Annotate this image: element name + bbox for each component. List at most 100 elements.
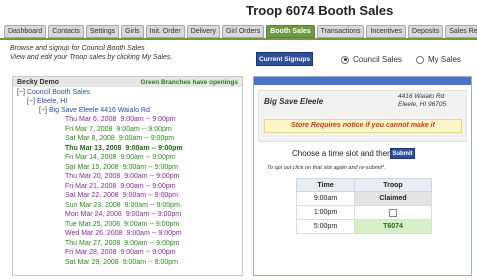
- slot-hours: 9:00am -- 9:00pm: [122, 192, 178, 199]
- radio-unselected-icon[interactable]: [416, 55, 424, 64]
- submit-button[interactable]: Submit: [390, 148, 415, 159]
- current-signups-button[interactable]: Current Signups: [256, 52, 313, 66]
- openings-note: Green Branches have openings: [140, 78, 238, 86]
- booth-tree-panel: Becky Demo Green Branches have openings …: [12, 76, 243, 276]
- tab-sales-report[interactable]: Sales Report: [445, 25, 477, 38]
- slot-troop[interactable]: T6074: [354, 219, 432, 234]
- page-title: Troop 6074 Booth Sales: [246, 3, 394, 18]
- address-line-2: Eleele, HI 96705: [398, 101, 447, 108]
- tab-incentives[interactable]: Incentives: [366, 25, 407, 38]
- tab-girls[interactable]: Girls: [121, 25, 144, 38]
- time-slot-item[interactable]: Sat Mar 22, 2008 9:00am -- 9:00pm: [65, 192, 178, 201]
- collapse-toggle[interactable]: [−]: [39, 107, 47, 114]
- slot-date: Sat Mar 22, 2008: [65, 192, 119, 199]
- tree-node-label[interactable]: Council Booth Sales: [27, 89, 90, 96]
- slot-open-cell[interactable]: [354, 205, 432, 220]
- slot-hours: 9:00am -- 9:00pm: [125, 144, 183, 152]
- time-slot-item[interactable]: Sat Mar 15, 2008 9:00am -- 9:00pm: [65, 164, 178, 173]
- table-row[interactable]: 5:00pm T6074: [296, 219, 432, 234]
- slot-hours: 9:00am -- 9:00pm: [124, 239, 180, 247]
- col-header-troop: Troop: [354, 178, 432, 192]
- slot-hours: 9:00am -- 9:00pm: [120, 154, 176, 161]
- slot-hours: 9:00am -- 9:00pm: [120, 249, 176, 256]
- table-row[interactable]: 1:00pm: [296, 205, 432, 220]
- slot-troop: Claimed: [354, 191, 432, 206]
- time-slot-item[interactable]: Sun Mar 23, 2008 9:00am -- 9:00pm: [65, 202, 180, 211]
- time-slot-item[interactable]: Sat Mar 29, 2008 9:00am -- 9:00pm: [65, 259, 178, 268]
- time-slot-item[interactable]: Thu Mar 20, 2008 9:00am -- 9:00pm: [65, 173, 180, 182]
- slot-date: Fri Mar 14, 2008: [65, 154, 117, 161]
- slot-date: Sat Mar 29, 2008: [65, 258, 119, 266]
- tab-girl-orders[interactable]: Girl Orders: [221, 25, 265, 38]
- tab-settings[interactable]: Settings: [85, 25, 120, 38]
- time-slot-item[interactable]: Tue Mar 25, 2008 9:00am -- 9:00pm: [65, 221, 179, 230]
- slot-date: Thu Mar 20, 2008: [65, 173, 121, 180]
- slot-date: Sun Mar 23, 2008: [65, 201, 121, 209]
- collapse-toggle[interactable]: [−]: [17, 89, 25, 96]
- table-header-row: Time Troop: [296, 178, 432, 192]
- intro-text: Browse and signup for Council Booth Sale…: [10, 44, 172, 62]
- slot-table: Time Troop 9:00am Claimed 1:00pm 5:00pm …: [296, 178, 432, 234]
- time-slot-item[interactable]: Mon Mar 24, 2008 9:00am -- 9:00pm: [65, 211, 181, 220]
- tab-underline: [0, 38, 477, 40]
- slot-date: Fri Mar 21, 2008: [65, 182, 117, 190]
- time-slot-item[interactable]: Thu Mar 13, 2008 9:00am -- 9:00pm: [65, 145, 183, 154]
- slot-hours: 9:00am -- 9:00pm: [124, 220, 180, 228]
- table-row[interactable]: 9:00am Claimed: [296, 191, 432, 206]
- time-slot-item[interactable]: Fri Mar 21, 2008 9:00am -- 9:00pm: [65, 183, 176, 192]
- time-slot-item[interactable]: Fri Mar 7, 2008 9:00am -- 9:00pm: [65, 126, 172, 135]
- store-notice: Store Requires notice if you cannot make…: [264, 119, 462, 133]
- nav-tabs: Dashboard Contacts Settings Girls Init. …: [4, 25, 477, 38]
- tab-delivery[interactable]: Delivery: [186, 25, 220, 38]
- time-slot-item[interactable]: Sat Mar 8, 2008 9:00am -- 9:00pm: [65, 135, 174, 144]
- slot-date: Thu Mar 13, 2008: [65, 144, 122, 152]
- radio-my-sales[interactable]: My Sales: [416, 55, 461, 64]
- slot-hours: 9:00am -- 9:00pm: [120, 182, 176, 190]
- slot-date: Sat Mar 8, 2008: [65, 135, 115, 142]
- slot-date: Tue Mar 25, 2008: [65, 220, 120, 228]
- collapse-toggle[interactable]: [−]: [27, 98, 35, 105]
- tree-node-council[interactable]: [−] Council Booth Sales: [17, 88, 90, 97]
- time-slot-item[interactable]: Wed Mar 26, 2008 9:00am -- 9:00pm: [65, 230, 182, 239]
- choose-slot-label: Choose a time slot and then: [292, 149, 392, 158]
- slot-date: Thu Mar 6, 2008: [65, 116, 117, 123]
- tab-deposits[interactable]: Deposits: [408, 25, 444, 38]
- booth-detail-panel: Big Save Eleele 4416 Waialo Rd Eleele, H…: [253, 76, 472, 276]
- radio-council-sales[interactable]: Council Sales: [341, 55, 402, 64]
- radio-my-label: My Sales: [428, 55, 461, 64]
- time-slot-item[interactable]: Fri Mar 28, 2008 9:00am -- 9:00pm: [65, 249, 176, 258]
- col-header-time: Time: [296, 178, 355, 192]
- slot-time: 1:00pm: [296, 205, 355, 220]
- time-slot-item[interactable]: Thu Mar 6, 2008 9:00am -- 9:00pm: [65, 116, 176, 125]
- slot-date: Sat Mar 15, 2008: [65, 163, 119, 171]
- store-name: Big Save Eleele: [264, 97, 324, 106]
- slot-hours: 9:00am -- 9:00pm: [122, 258, 178, 266]
- time-slot-item[interactable]: Thu Mar 27, 2008 9:00am -- 9:00pm: [65, 240, 180, 249]
- detail-header-bar: [254, 77, 471, 85]
- tab-transactions[interactable]: Transactions: [316, 25, 365, 38]
- time-slot-item[interactable]: Fri Mar 14, 2008 9:00am -- 9:00pm: [65, 154, 176, 163]
- slot-hours: 9:00am -- 9:00pm: [124, 173, 180, 180]
- tab-init-order[interactable]: Init. Order: [145, 25, 185, 38]
- slot-hours: 9:00am -- 9:00pm: [122, 163, 178, 171]
- slot-date: Thu Mar 27, 2008: [65, 239, 121, 247]
- slot-hours: 9:00am -- 9:00pm: [124, 201, 180, 209]
- tab-contacts[interactable]: Contacts: [48, 25, 84, 38]
- slot-hours: 9:00am -- 9:00pm: [126, 230, 182, 237]
- radio-council-label: Council Sales: [353, 55, 402, 64]
- tree-node-region[interactable]: [−] Eleele, HI: [27, 97, 67, 106]
- tree-node-label[interactable]: Big Save Eleele 4416 Waialo Rd: [49, 107, 150, 114]
- tab-dashboard[interactable]: Dashboard: [4, 25, 47, 38]
- address-line-1: 4416 Waialo Rd: [398, 93, 445, 100]
- slot-date: Fri Mar 28, 2008: [65, 249, 117, 256]
- slot-time: 9:00am: [296, 191, 355, 206]
- radio-selected-icon[interactable]: [341, 55, 349, 64]
- slot-hours: 9:00am -- 9:00pm: [125, 211, 182, 218]
- slot-date: Wed Mar 26, 2008: [65, 230, 123, 237]
- optout-note: To opt out click on that slot again and …: [267, 165, 386, 171]
- slot-checkbox[interactable]: [389, 208, 397, 217]
- tree-node-label[interactable]: Eleele, HI: [37, 98, 67, 105]
- slot-hours: 9:00am -- 9:00pm: [118, 135, 175, 142]
- tab-booth-sales[interactable]: Booth Sales: [266, 25, 315, 38]
- tree-node-store[interactable]: [−] Big Save Eleele 4416 Waialo Rd: [39, 106, 150, 115]
